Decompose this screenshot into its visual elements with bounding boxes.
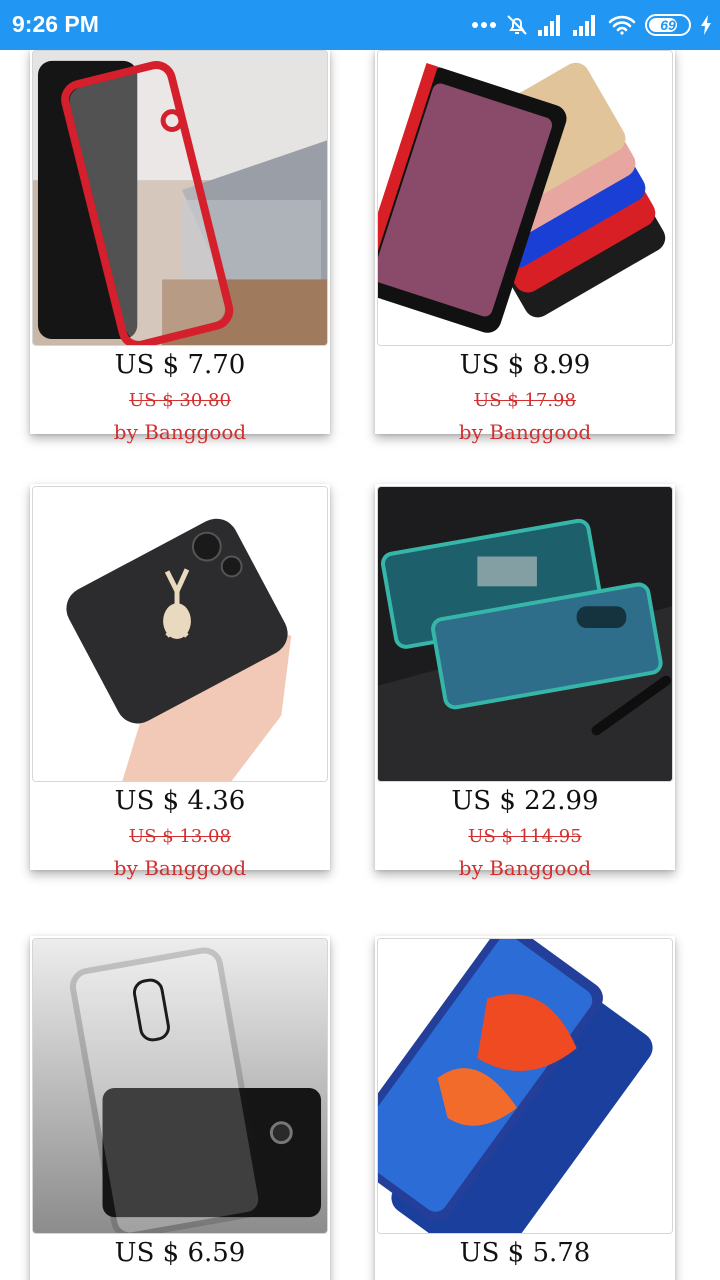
phone-case-image — [378, 939, 672, 1233]
product-price: US $ 7.70 — [114, 350, 246, 380]
product-image[interactable] — [32, 486, 328, 782]
product-image[interactable] — [377, 50, 673, 346]
product-grid[interactable]: US $ 7.70 US $ 30.80 by Banggood US $ 8.… — [0, 50, 720, 1280]
product-card[interactable]: US $ 5.78 — [375, 936, 675, 1280]
phone-case-image — [33, 51, 327, 345]
product-price: US $ 8.99 — [459, 350, 591, 380]
alarm-off-icon — [507, 15, 527, 35]
product-image[interactable] — [32, 938, 328, 1234]
product-image[interactable] — [377, 486, 673, 782]
product-card[interactable]: US $ 6.59 — [30, 936, 330, 1280]
battery-level: 69 — [660, 17, 676, 33]
product-price: US $ 6.59 — [114, 1238, 246, 1268]
charging-icon — [701, 15, 711, 35]
product-original-price: US $ 114.95 — [468, 826, 582, 847]
product-image[interactable] — [32, 50, 328, 346]
product-price: US $ 22.99 — [451, 786, 599, 816]
product-card[interactable]: US $ 4.36 US $ 13.08 by Banggood — [30, 484, 330, 880]
status-bar: 9:26 PM 69 — [0, 0, 720, 50]
product-seller[interactable]: by Banggood — [30, 420, 330, 444]
product-card[interactable]: US $ 22.99 US $ 114.95 by Banggood — [375, 484, 675, 880]
product-price: US $ 4.36 — [114, 786, 246, 816]
status-time: 9:26 PM — [12, 11, 99, 37]
product-price: US $ 5.78 — [459, 1238, 591, 1268]
product-original-price: US $ 30.80 — [129, 390, 231, 411]
product-seller[interactable]: by Banggood — [375, 856, 675, 880]
product-original-price: US $ 13.08 — [129, 826, 231, 847]
product-original-price: US $ 17.98 — [474, 390, 576, 411]
phone-case-image — [378, 487, 672, 781]
phone-case-image — [33, 939, 327, 1233]
battery-icon: 69 — [645, 14, 691, 36]
phone-case-image — [378, 51, 672, 345]
status-icons: 69 — [472, 12, 712, 38]
phone-case-image — [33, 487, 327, 781]
more-dots-icon — [472, 22, 496, 28]
product-card[interactable]: US $ 7.70 US $ 30.80 by Banggood — [30, 50, 330, 444]
product-image[interactable] — [377, 938, 673, 1234]
product-seller[interactable]: by Banggood — [30, 856, 330, 880]
wifi-icon — [608, 15, 636, 35]
signal-icon — [538, 15, 560, 36]
signal-icon-2 — [573, 15, 595, 36]
product-seller[interactable]: by Banggood — [375, 420, 675, 444]
product-card[interactable]: US $ 8.99 US $ 17.98 by Banggood — [375, 50, 675, 444]
